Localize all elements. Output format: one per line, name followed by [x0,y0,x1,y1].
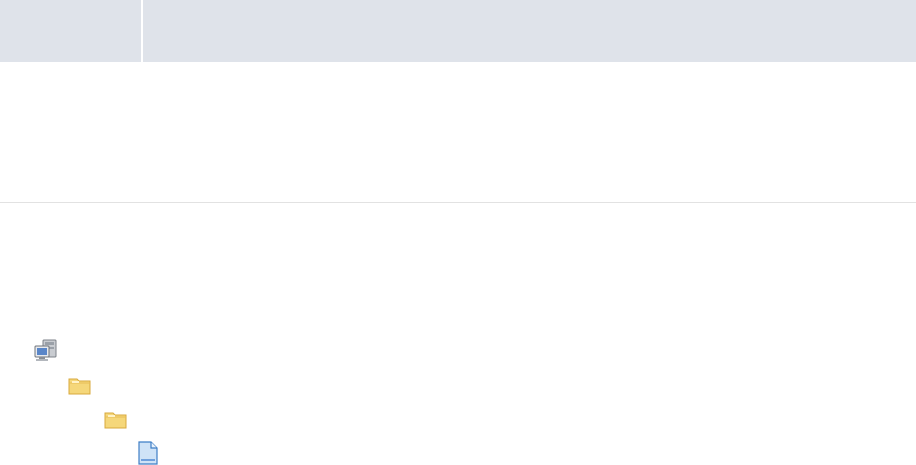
tree-node-subfolder[interactable] [103,409,129,431]
tree-node-folder[interactable] [67,375,93,397]
column-header-1[interactable] [0,0,141,62]
window [0,0,916,465]
folder-icon [103,409,129,431]
column-header-2[interactable] [141,0,916,62]
tree-node-computer[interactable] [33,338,59,364]
folder-icon [67,375,93,397]
empty-content-area [0,62,916,202]
column-header-bar [0,0,916,62]
tree-node-file[interactable] [135,440,161,465]
computer-icon [33,338,59,364]
tree-view [0,203,916,465]
file-icon [135,440,161,465]
